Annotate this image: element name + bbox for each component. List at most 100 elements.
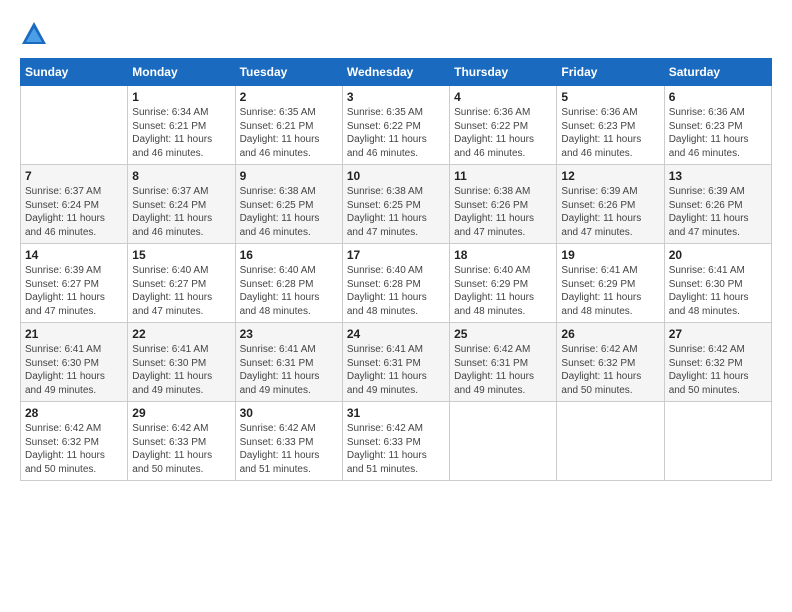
calendar-cell: 15 Sunrise: 6:40 AMSunset: 6:27 PMDayligh… (128, 244, 235, 323)
day-info: Sunrise: 6:36 AMSunset: 6:22 PMDaylight:… (454, 106, 552, 160)
day-number: 14 (25, 248, 123, 262)
day-info: Sunrise: 6:38 AMSunset: 6:25 PMDaylight:… (240, 185, 338, 239)
day-number: 8 (132, 169, 230, 183)
calendar-cell: 24Sunrise: 6:41 AMSunset: 6:31 PMDayligh… (342, 323, 449, 402)
day-number: 6 (669, 90, 767, 104)
calendar-cell: 17 Sunrise: 6:40 AMSunset: 6:28 PMDayligh… (342, 244, 449, 323)
calendar-cell: 4 Sunrise: 6:36 AMSunset: 6:22 PMDaylight… (450, 86, 557, 165)
calendar-cell: 6 Sunrise: 6:36 AMSunset: 6:23 PMDaylight… (664, 86, 771, 165)
day-info: Sunrise: 6:42 AMSunset: 6:33 PMDaylight:… (347, 422, 445, 476)
day-info: Sunrise: 6:41 AMSunset: 6:30 PMDaylight:… (132, 343, 230, 397)
day-info: Sunrise: 6:41 AMSunset: 6:29 PMDaylight:… (561, 264, 659, 318)
calendar-week-row: 1Sunrise: 6:34 AMSunset: 6:21 PMDaylight… (21, 86, 772, 165)
calendar-header-row: SundayMondayTuesdayWednesdayThursdayFrid… (21, 59, 772, 86)
calendar-cell (557, 402, 664, 481)
day-info: Sunrise: 6:41 AMSunset: 6:30 PMDaylight:… (669, 264, 767, 318)
day-number: 15 (132, 248, 230, 262)
day-number: 19 (561, 248, 659, 262)
calendar-cell: 28 Sunrise: 6:42 AMSunset: 6:32 PMDayligh… (21, 402, 128, 481)
calendar-header-wednesday: Wednesday (342, 59, 449, 86)
calendar-cell: 20 Sunrise: 6:41 AMSunset: 6:30 PMDayligh… (664, 244, 771, 323)
calendar-cell: 18 Sunrise: 6:40 AMSunset: 6:29 PMDayligh… (450, 244, 557, 323)
day-info: Sunrise: 6:42 AMSunset: 6:31 PMDaylight:… (454, 343, 552, 397)
day-info: Sunrise: 6:39 AMSunset: 6:27 PMDaylight:… (25, 264, 123, 318)
logo-icon (20, 20, 48, 48)
calendar-cell: 30Sunrise: 6:42 AMSunset: 6:33 PMDayligh… (235, 402, 342, 481)
day-number: 28 (25, 406, 123, 420)
calendar-cell: 16Sunrise: 6:40 AMSunset: 6:28 PMDayligh… (235, 244, 342, 323)
calendar-cell: 25 Sunrise: 6:42 AMSunset: 6:31 PMDayligh… (450, 323, 557, 402)
calendar-header-friday: Friday (557, 59, 664, 86)
calendar-header-monday: Monday (128, 59, 235, 86)
day-info: Sunrise: 6:41 AMSunset: 6:31 PMDaylight:… (240, 343, 338, 397)
day-number: 13 (669, 169, 767, 183)
day-info: Sunrise: 6:40 AMSunset: 6:28 PMDaylight:… (240, 264, 338, 318)
day-info: Sunrise: 6:35 AMSunset: 6:22 PMDaylight:… (347, 106, 445, 160)
calendar-cell: 13Sunrise: 6:39 AMSunset: 6:26 PMDayligh… (664, 165, 771, 244)
day-number: 20 (669, 248, 767, 262)
calendar-week-row: 21 Sunrise: 6:41 AMSunset: 6:30 PMDayligh… (21, 323, 772, 402)
day-number: 29 (132, 406, 230, 420)
day-number: 4 (454, 90, 552, 104)
calendar-cell: 5 Sunrise: 6:36 AMSunset: 6:23 PMDaylight… (557, 86, 664, 165)
day-number: 27 (669, 327, 767, 341)
day-number: 24 (347, 327, 445, 341)
day-info: Sunrise: 6:40 AMSunset: 6:28 PMDaylight:… (347, 264, 445, 318)
calendar-cell: 9 Sunrise: 6:38 AMSunset: 6:25 PMDaylight… (235, 165, 342, 244)
calendar-cell: 22 Sunrise: 6:41 AMSunset: 6:30 PMDayligh… (128, 323, 235, 402)
calendar-cell: 10Sunrise: 6:38 AMSunset: 6:25 PMDayligh… (342, 165, 449, 244)
calendar-cell (450, 402, 557, 481)
calendar-cell: 31Sunrise: 6:42 AMSunset: 6:33 PMDayligh… (342, 402, 449, 481)
day-number: 1 (132, 90, 230, 104)
calendar-cell: 14 Sunrise: 6:39 AMSunset: 6:27 PMDayligh… (21, 244, 128, 323)
calendar-cell: 27 Sunrise: 6:42 AMSunset: 6:32 PMDayligh… (664, 323, 771, 402)
calendar-cell: 21 Sunrise: 6:41 AMSunset: 6:30 PMDayligh… (21, 323, 128, 402)
day-number: 18 (454, 248, 552, 262)
day-info: Sunrise: 6:35 AMSunset: 6:21 PMDaylight:… (240, 106, 338, 160)
day-info: Sunrise: 6:37 AMSunset: 6:24 PMDaylight:… (25, 185, 123, 239)
day-number: 12 (561, 169, 659, 183)
calendar-header-sunday: Sunday (21, 59, 128, 86)
day-info: Sunrise: 6:36 AMSunset: 6:23 PMDaylight:… (669, 106, 767, 160)
calendar-header-thursday: Thursday (450, 59, 557, 86)
day-number: 30 (240, 406, 338, 420)
calendar-cell: 1Sunrise: 6:34 AMSunset: 6:21 PMDaylight… (128, 86, 235, 165)
calendar-cell (664, 402, 771, 481)
day-info: Sunrise: 6:42 AMSunset: 6:33 PMDaylight:… (132, 422, 230, 476)
day-number: 25 (454, 327, 552, 341)
day-info: Sunrise: 6:42 AMSunset: 6:32 PMDaylight:… (25, 422, 123, 476)
calendar-cell (21, 86, 128, 165)
day-info: Sunrise: 6:38 AMSunset: 6:25 PMDaylight:… (347, 185, 445, 239)
calendar-cell: 26Sunrise: 6:42 AMSunset: 6:32 PMDayligh… (557, 323, 664, 402)
calendar-cell: 3 Sunrise: 6:35 AMSunset: 6:22 PMDaylight… (342, 86, 449, 165)
calendar-cell: 11 Sunrise: 6:38 AMSunset: 6:26 PMDayligh… (450, 165, 557, 244)
day-info: Sunrise: 6:38 AMSunset: 6:26 PMDaylight:… (454, 185, 552, 239)
calendar-week-row: 28 Sunrise: 6:42 AMSunset: 6:32 PMDayligh… (21, 402, 772, 481)
calendar-week-row: 7Sunrise: 6:37 AMSunset: 6:24 PMDaylight… (21, 165, 772, 244)
day-info: Sunrise: 6:39 AMSunset: 6:26 PMDaylight:… (561, 185, 659, 239)
day-number: 11 (454, 169, 552, 183)
day-number: 5 (561, 90, 659, 104)
day-number: 26 (561, 327, 659, 341)
day-info: Sunrise: 6:40 AMSunset: 6:27 PMDaylight:… (132, 264, 230, 318)
calendar-cell: 12 Sunrise: 6:39 AMSunset: 6:26 PMDayligh… (557, 165, 664, 244)
day-info: Sunrise: 6:40 AMSunset: 6:29 PMDaylight:… (454, 264, 552, 318)
day-number: 9 (240, 169, 338, 183)
day-number: 17 (347, 248, 445, 262)
day-number: 23 (240, 327, 338, 341)
day-info: Sunrise: 6:36 AMSunset: 6:23 PMDaylight:… (561, 106, 659, 160)
day-number: 2 (240, 90, 338, 104)
day-info: Sunrise: 6:42 AMSunset: 6:32 PMDaylight:… (669, 343, 767, 397)
calendar-cell: 23 Sunrise: 6:41 AMSunset: 6:31 PMDayligh… (235, 323, 342, 402)
calendar-header-saturday: Saturday (664, 59, 771, 86)
day-number: 3 (347, 90, 445, 104)
calendar-header-tuesday: Tuesday (235, 59, 342, 86)
day-info: Sunrise: 6:37 AMSunset: 6:24 PMDaylight:… (132, 185, 230, 239)
calendar-week-row: 14 Sunrise: 6:39 AMSunset: 6:27 PMDayligh… (21, 244, 772, 323)
day-number: 21 (25, 327, 123, 341)
logo (20, 20, 52, 48)
day-info: Sunrise: 6:41 AMSunset: 6:30 PMDaylight:… (25, 343, 123, 397)
calendar-table: SundayMondayTuesdayWednesdayThursdayFrid… (20, 58, 772, 481)
day-number: 22 (132, 327, 230, 341)
calendar-cell: 7Sunrise: 6:37 AMSunset: 6:24 PMDaylight… (21, 165, 128, 244)
